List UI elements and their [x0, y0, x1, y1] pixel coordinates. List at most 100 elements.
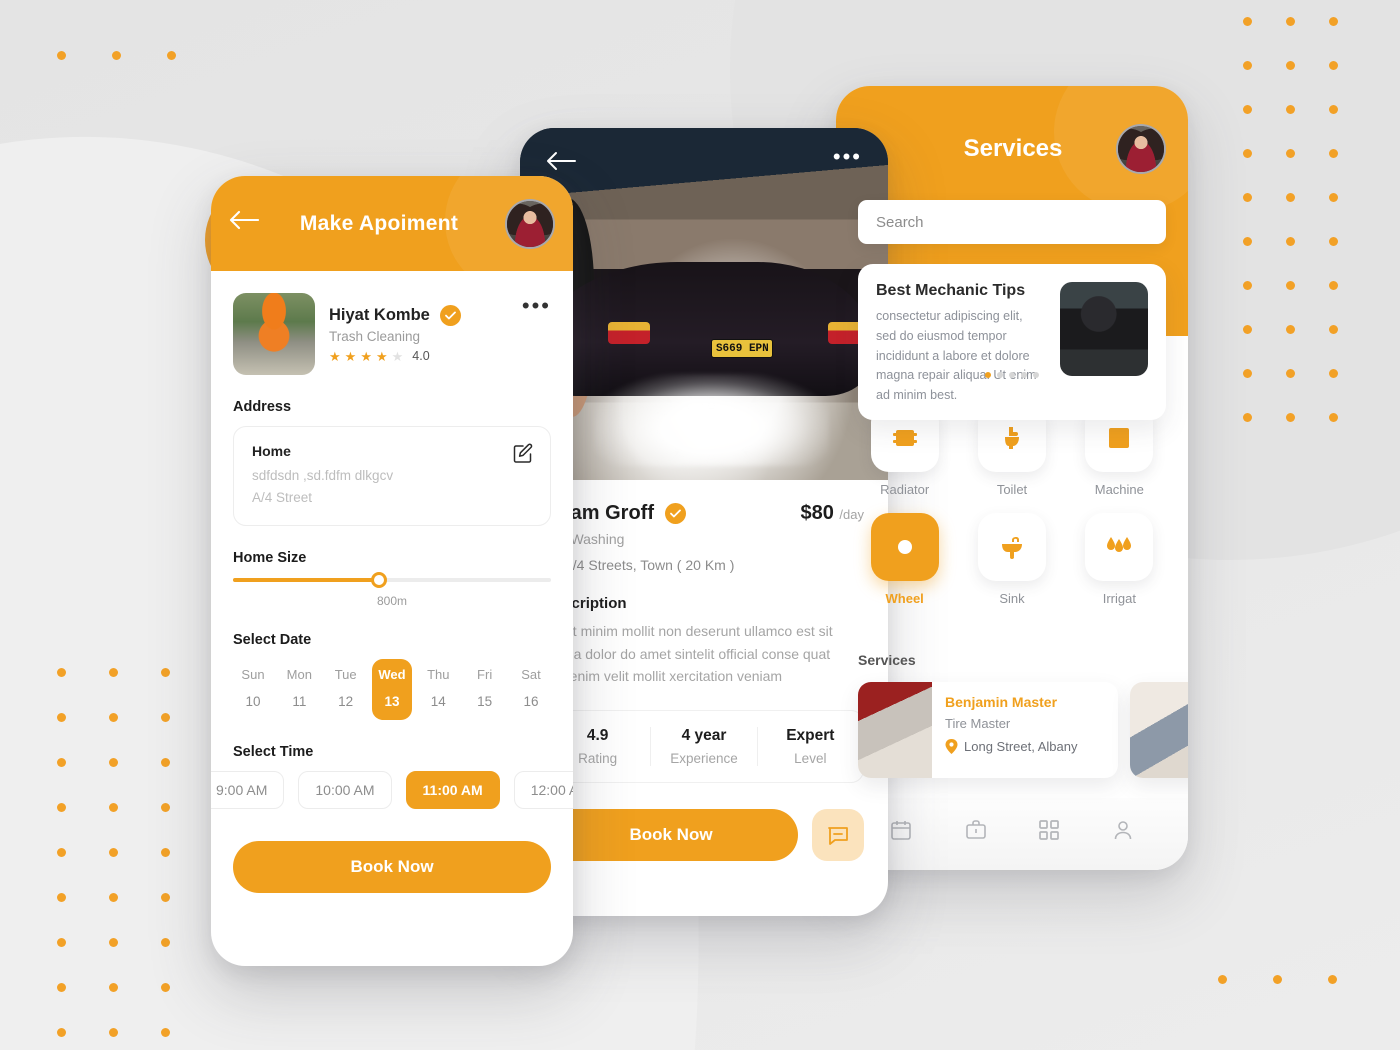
description-heading: Description	[544, 595, 627, 612]
pager-dot-3[interactable]	[1009, 372, 1015, 378]
list-item[interactable]	[1130, 682, 1188, 778]
time-slot-9am[interactable]: 9:00 AM	[211, 771, 285, 810]
hero-overlay-controls: •••	[520, 128, 888, 480]
day-number: 13	[384, 694, 400, 710]
star-icon: ★	[344, 348, 357, 364]
day-option-sat[interactable]: Sat 16	[511, 659, 551, 720]
dot-pattern-top-left	[57, 51, 222, 96]
address-line-1: sdfdsdn ,sd.fdfm dlkgcv	[252, 468, 394, 483]
slider-handle[interactable]	[371, 572, 388, 589]
day-option-mon[interactable]: Mon 11	[279, 659, 319, 720]
service-type: Car Washing	[544, 531, 625, 547]
pager-dot-5[interactable]	[1033, 372, 1039, 378]
mechanic-photo	[1060, 282, 1148, 376]
service-thumbnail	[1130, 682, 1188, 778]
book-now-button[interactable]: Book Now	[233, 841, 551, 894]
address-card[interactable]: Home sdfdsdn ,sd.fdfm dlkgcv A/4 Street	[233, 426, 551, 527]
nav-item-profile[interactable]	[1111, 818, 1135, 842]
tips-body: consectetur adipiscing elit, sed do eius…	[876, 309, 1037, 402]
verified-check-icon	[439, 305, 461, 326]
time-slot-12am[interactable]: 12:00 AM	[513, 771, 573, 810]
service-card-body: Benjamin Master Tire Master Long Street,…	[932, 682, 1090, 778]
service-provider-name: Benjamin Master	[945, 694, 1058, 710]
category-sink[interactable]: Sink	[965, 513, 1058, 606]
nav-item-jobs[interactable]	[964, 818, 988, 842]
provider-rating: ★ ★ ★ ★ ★ 4.0	[329, 349, 508, 363]
grid-icon	[1039, 820, 1060, 840]
map-pin-icon	[945, 739, 958, 754]
category-label: Sink	[999, 591, 1025, 606]
pager-dot-4[interactable]	[1021, 372, 1027, 378]
nav-item-grid[interactable]	[1038, 819, 1060, 841]
day-number: 14	[430, 694, 446, 710]
sink-tile[interactable]	[977, 513, 1046, 581]
star-icon: ★	[329, 348, 341, 364]
category-irrigation[interactable]: Irrigat	[1073, 513, 1166, 606]
nav-item-calendar[interactable]	[889, 818, 913, 842]
stat-value: Expert	[786, 727, 835, 745]
price-block: $80 /day	[800, 502, 864, 525]
tips-pagination[interactable]	[836, 372, 1188, 378]
chat-button[interactable]	[812, 809, 864, 862]
dot-pattern-bottom-right	[1218, 975, 1383, 1020]
home-size-slider[interactable]: 800m	[233, 572, 551, 609]
time-slot-10am[interactable]: 10:00 AM	[298, 771, 392, 810]
mechanic-tips-card[interactable]: Best Mechanic Tips consectetur adipiscin…	[858, 264, 1166, 420]
edit-address-button[interactable]	[512, 443, 534, 465]
time-slot-11am[interactable]: 11:00 AM	[405, 771, 500, 810]
day-name: Sat	[521, 667, 541, 683]
slider-track[interactable]	[233, 572, 551, 589]
dot-pattern-left	[57, 668, 213, 1050]
user-avatar	[507, 200, 553, 247]
day-option-fri[interactable]: Fri 15	[465, 659, 505, 720]
profile-avatar[interactable]	[1116, 124, 1166, 174]
home-size-value: 800m	[376, 594, 408, 609]
day-number: 11	[292, 694, 307, 710]
day-option-tue[interactable]: Tue 12	[326, 659, 366, 720]
book-now-button[interactable]: Book Now	[544, 809, 798, 862]
select-date-label: Select Date	[233, 632, 312, 649]
profile-avatar[interactable]	[505, 198, 555, 249]
design-mockup-canvas: Services Best Mechanic Tips consectetur …	[0, 0, 1400, 1050]
search-bar[interactable]	[858, 200, 1166, 244]
detail-title-row: Adam Groff $80 /day	[544, 502, 864, 525]
category-label: Machine	[1094, 482, 1144, 497]
wheel-tile[interactable]	[870, 513, 939, 581]
star-icon-empty: ★	[391, 348, 404, 364]
tips-heading: Best Mechanic Tips	[876, 282, 1026, 299]
list-item[interactable]: Benjamin Master Tire Master Long Street,…	[858, 682, 1118, 778]
location-text: Long Street, Albany	[964, 739, 1078, 754]
stat-experience: 4 year Experience	[651, 727, 758, 767]
provider-info: Hiyat Kombe Trash Cleaning ★ ★ ★ ★ ★ 4.0	[329, 305, 508, 363]
search-input[interactable]	[876, 213, 1148, 231]
stat-value: 4 year	[681, 727, 727, 745]
provider-summary: Hiyat Kombe Trash Cleaning ★ ★ ★ ★ ★ 4.0	[233, 293, 551, 375]
service-detail-body: Adam Groff $80 /day Car Washing Park/4 S…	[520, 480, 888, 862]
day-number: 10	[245, 694, 261, 710]
person-icon	[1114, 821, 1132, 840]
star-icon: ★	[375, 348, 388, 364]
day-option-sun[interactable]: Sun 10	[233, 659, 273, 720]
day-option-thu[interactable]: Thu 14	[418, 659, 458, 720]
day-name: Mon	[286, 667, 312, 683]
tips-text-block: Best Mechanic Tips consectetur adipiscin…	[876, 282, 1046, 406]
stat-level: Expert Level	[758, 727, 863, 766]
stat-label: Level	[794, 751, 827, 767]
pager-dot-1[interactable]	[985, 372, 991, 378]
select-time-label: Select Time	[233, 744, 314, 761]
sink-icon	[1001, 537, 1022, 559]
back-button[interactable]	[546, 150, 576, 172]
more-options-button[interactable]: •••	[522, 294, 551, 316]
stat-label: Experience	[670, 751, 738, 767]
service-hero-image: S669 EPN •••	[520, 128, 888, 480]
pager-dot-2[interactable]	[997, 372, 1003, 378]
irrigation-tile[interactable]	[1085, 513, 1154, 581]
service-location: Park/4 Streets, Town ( 20 Km )	[544, 557, 735, 573]
category-wheel[interactable]: Wheel	[858, 513, 951, 606]
provider-service: Trash Cleaning	[329, 329, 421, 344]
provider-photo	[233, 293, 315, 375]
user-avatar	[1118, 126, 1164, 172]
day-option-wed[interactable]: Wed 13	[371, 659, 412, 721]
day-name: Tue	[334, 667, 357, 683]
wheel-icon	[891, 534, 918, 560]
